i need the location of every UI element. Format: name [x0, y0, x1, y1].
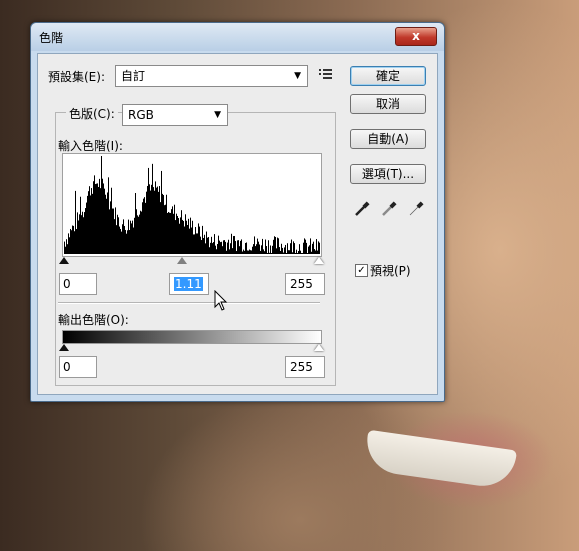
options-button[interactable]: 選項(T)...	[350, 164, 426, 184]
preview-label[interactable]: 預視(P)	[370, 262, 411, 279]
chevron-down-icon: ▼	[294, 71, 301, 81]
auto-button[interactable]: 自動(A)	[350, 129, 426, 149]
input-levels-label: 輸入色階(I):	[58, 139, 123, 153]
output-white-slider[interactable]	[314, 344, 324, 351]
preset-select[interactable]: 自訂 ▼	[115, 65, 308, 87]
preset-value: 自訂	[121, 69, 146, 83]
mouse-cursor-icon	[214, 290, 228, 311]
histogram-graph	[64, 156, 320, 254]
cancel-button[interactable]: 取消	[350, 94, 426, 114]
output-levels-label: 輸出色階(O):	[58, 313, 129, 327]
channel-value: RGB	[128, 108, 154, 122]
output-black-slider[interactable]	[59, 344, 69, 351]
channel-select[interactable]: RGB ▼	[122, 104, 228, 126]
close-button[interactable]: x	[395, 27, 437, 46]
chevron-down-icon: ▼	[214, 110, 221, 120]
input-black-field[interactable]: 0	[59, 273, 97, 295]
black-eyedropper-icon[interactable]	[353, 200, 371, 218]
channel-label: 色版(C):	[66, 105, 118, 122]
output-gradient-bar	[62, 330, 322, 344]
ok-button[interactable]: 確定	[350, 66, 426, 86]
title-bar[interactable]: 色階 x	[31, 23, 444, 51]
divider	[58, 302, 320, 304]
input-gamma-slider[interactable]	[177, 257, 187, 264]
output-white-field[interactable]: 255	[285, 356, 325, 378]
input-black-slider[interactable]	[59, 257, 69, 264]
dialog-client-area: 預設集(E): 自訂 ▼ 確定 取消 自動(A) 選項(T)... ✓ 預視(P…	[37, 53, 438, 395]
levels-dialog: 色階 x 預設集(E): 自訂 ▼ 確定 取消 自動(A) 選項(T)... ✓…	[30, 22, 445, 402]
white-eyedropper-icon[interactable]	[407, 200, 425, 218]
preview-checkbox[interactable]: ✓	[355, 264, 368, 277]
histogram	[62, 153, 322, 257]
gamma-value: 1.11	[174, 277, 203, 291]
output-black-field[interactable]: 0	[59, 356, 97, 378]
preset-label: 預設集(E):	[48, 70, 105, 84]
input-white-field[interactable]: 255	[285, 273, 325, 295]
window-title: 色階	[39, 31, 64, 45]
input-gamma-field[interactable]: 1.11	[169, 273, 209, 295]
gray-eyedropper-icon[interactable]	[380, 200, 398, 218]
input-white-slider[interactable]	[314, 257, 324, 264]
preset-menu-icon[interactable]	[319, 68, 333, 80]
